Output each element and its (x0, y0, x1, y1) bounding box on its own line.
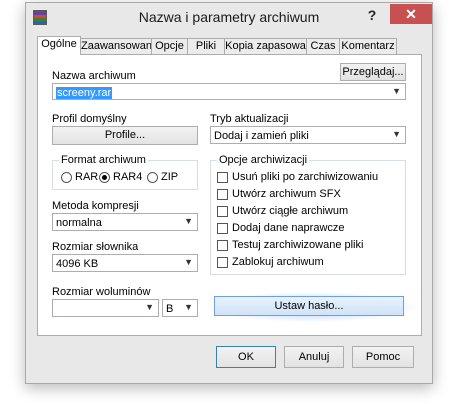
format-rar4-radio[interactable] (99, 172, 110, 183)
options-label: Opcje archiwizacji (217, 154, 310, 166)
format-group: Format archiwum RAR RAR4 ZIP (52, 154, 198, 190)
test-checkbox[interactable] (217, 240, 228, 251)
dictionary-label: Rozmiar słownika (52, 241, 139, 253)
format-rar-label: RAR (75, 171, 99, 183)
dialog-window: Nazwa i parametry archiwum ? ✕ Ogólne Za… (25, 2, 433, 384)
volume-unit-value: B (166, 303, 174, 315)
profile-button[interactable]: Profile... (52, 126, 198, 145)
format-zip-radio[interactable] (147, 172, 158, 183)
option-label: Utwórz ciągłe archiwum (232, 205, 349, 217)
tab-opcje[interactable]: Opcje (151, 38, 188, 54)
ok-button[interactable]: OK (216, 346, 276, 368)
update-mode-label: Tryb aktualizacji (210, 113, 289, 125)
compression-value: normalna (56, 217, 102, 229)
tab-komentarz[interactable]: Komentarz (339, 38, 397, 54)
chevron-down-icon[interactable]: ▼ (184, 302, 193, 312)
archiving-options-group: Opcje archiwizacji Usuń pliki po zarchiw… (210, 154, 406, 275)
archive-name-value: screeny.rar (56, 87, 113, 99)
recovery-checkbox[interactable] (217, 223, 228, 234)
tab-pliki[interactable]: Pliki (187, 38, 225, 54)
sfx-checkbox[interactable] (217, 189, 228, 200)
delete-after-checkbox[interactable] (217, 172, 228, 183)
solid-checkbox[interactable] (217, 206, 228, 217)
compression-select[interactable]: normalna ▼ (52, 213, 198, 231)
archive-name-label: Nazwa archiwum (52, 70, 136, 82)
format-label: Format archiwum (59, 154, 148, 166)
tab-kopia-zapasowa[interactable]: Kopia zapasowa (224, 38, 307, 54)
volume-label: Rozmiar woluminów (52, 286, 151, 298)
option-label: Dodaj dane naprawcze (232, 222, 345, 234)
update-mode-value: Dodaj i zamień pliki (214, 130, 309, 142)
chevron-down-icon[interactable]: ▼ (145, 302, 154, 312)
title-bar: Nazwa i parametry archiwum ? ✕ (26, 3, 432, 31)
profile-label: Profil domyślny (52, 113, 127, 125)
close-button[interactable]: ✕ (390, 4, 432, 24)
help-button[interactable]: Pomoc (352, 346, 414, 368)
option-label: Testuj zarchiwizowane pliki (232, 239, 364, 251)
archive-name-input[interactable]: screeny.rar ▼ (52, 83, 406, 100)
option-label: Zablokuj archiwum (232, 256, 324, 268)
cancel-button[interactable]: Anuluj (284, 346, 344, 368)
format-rar-radio[interactable] (61, 172, 72, 183)
lock-checkbox[interactable] (217, 257, 228, 268)
browse-button[interactable]: Przeglądaj... (340, 63, 406, 81)
dictionary-select[interactable]: 4096 KB ▼ (52, 254, 198, 272)
tab-czas[interactable]: Czas (306, 38, 340, 54)
volume-unit-select[interactable]: B ▼ (162, 299, 198, 317)
compression-label: Metoda kompresji (52, 200, 139, 212)
option-label: Utwórz archiwum SFX (232, 188, 341, 200)
help-title-button[interactable]: ? (362, 7, 382, 25)
dictionary-value: 4096 KB (56, 258, 99, 270)
update-mode-select[interactable]: Dodaj i zamień pliki ▼ (210, 126, 406, 144)
format-rar4-label: RAR4 (113, 171, 143, 183)
chevron-down-icon[interactable]: ▼ (184, 257, 193, 267)
tab-zaawansowane[interactable]: Zaawansowane (80, 38, 158, 54)
format-zip-label: ZIP (161, 171, 179, 183)
volume-size-input[interactable]: ▼ (52, 299, 159, 317)
option-label: Usuń pliki po zarchiwizowaniu (232, 171, 379, 183)
chevron-down-icon[interactable]: ▼ (184, 216, 193, 226)
chevron-down-icon[interactable]: ▼ (392, 129, 401, 139)
chevron-down-icon[interactable]: ▼ (392, 86, 401, 96)
tab-ogolne[interactable]: Ogólne (37, 36, 81, 55)
set-password-button[interactable]: Ustaw hasło... (214, 296, 404, 316)
